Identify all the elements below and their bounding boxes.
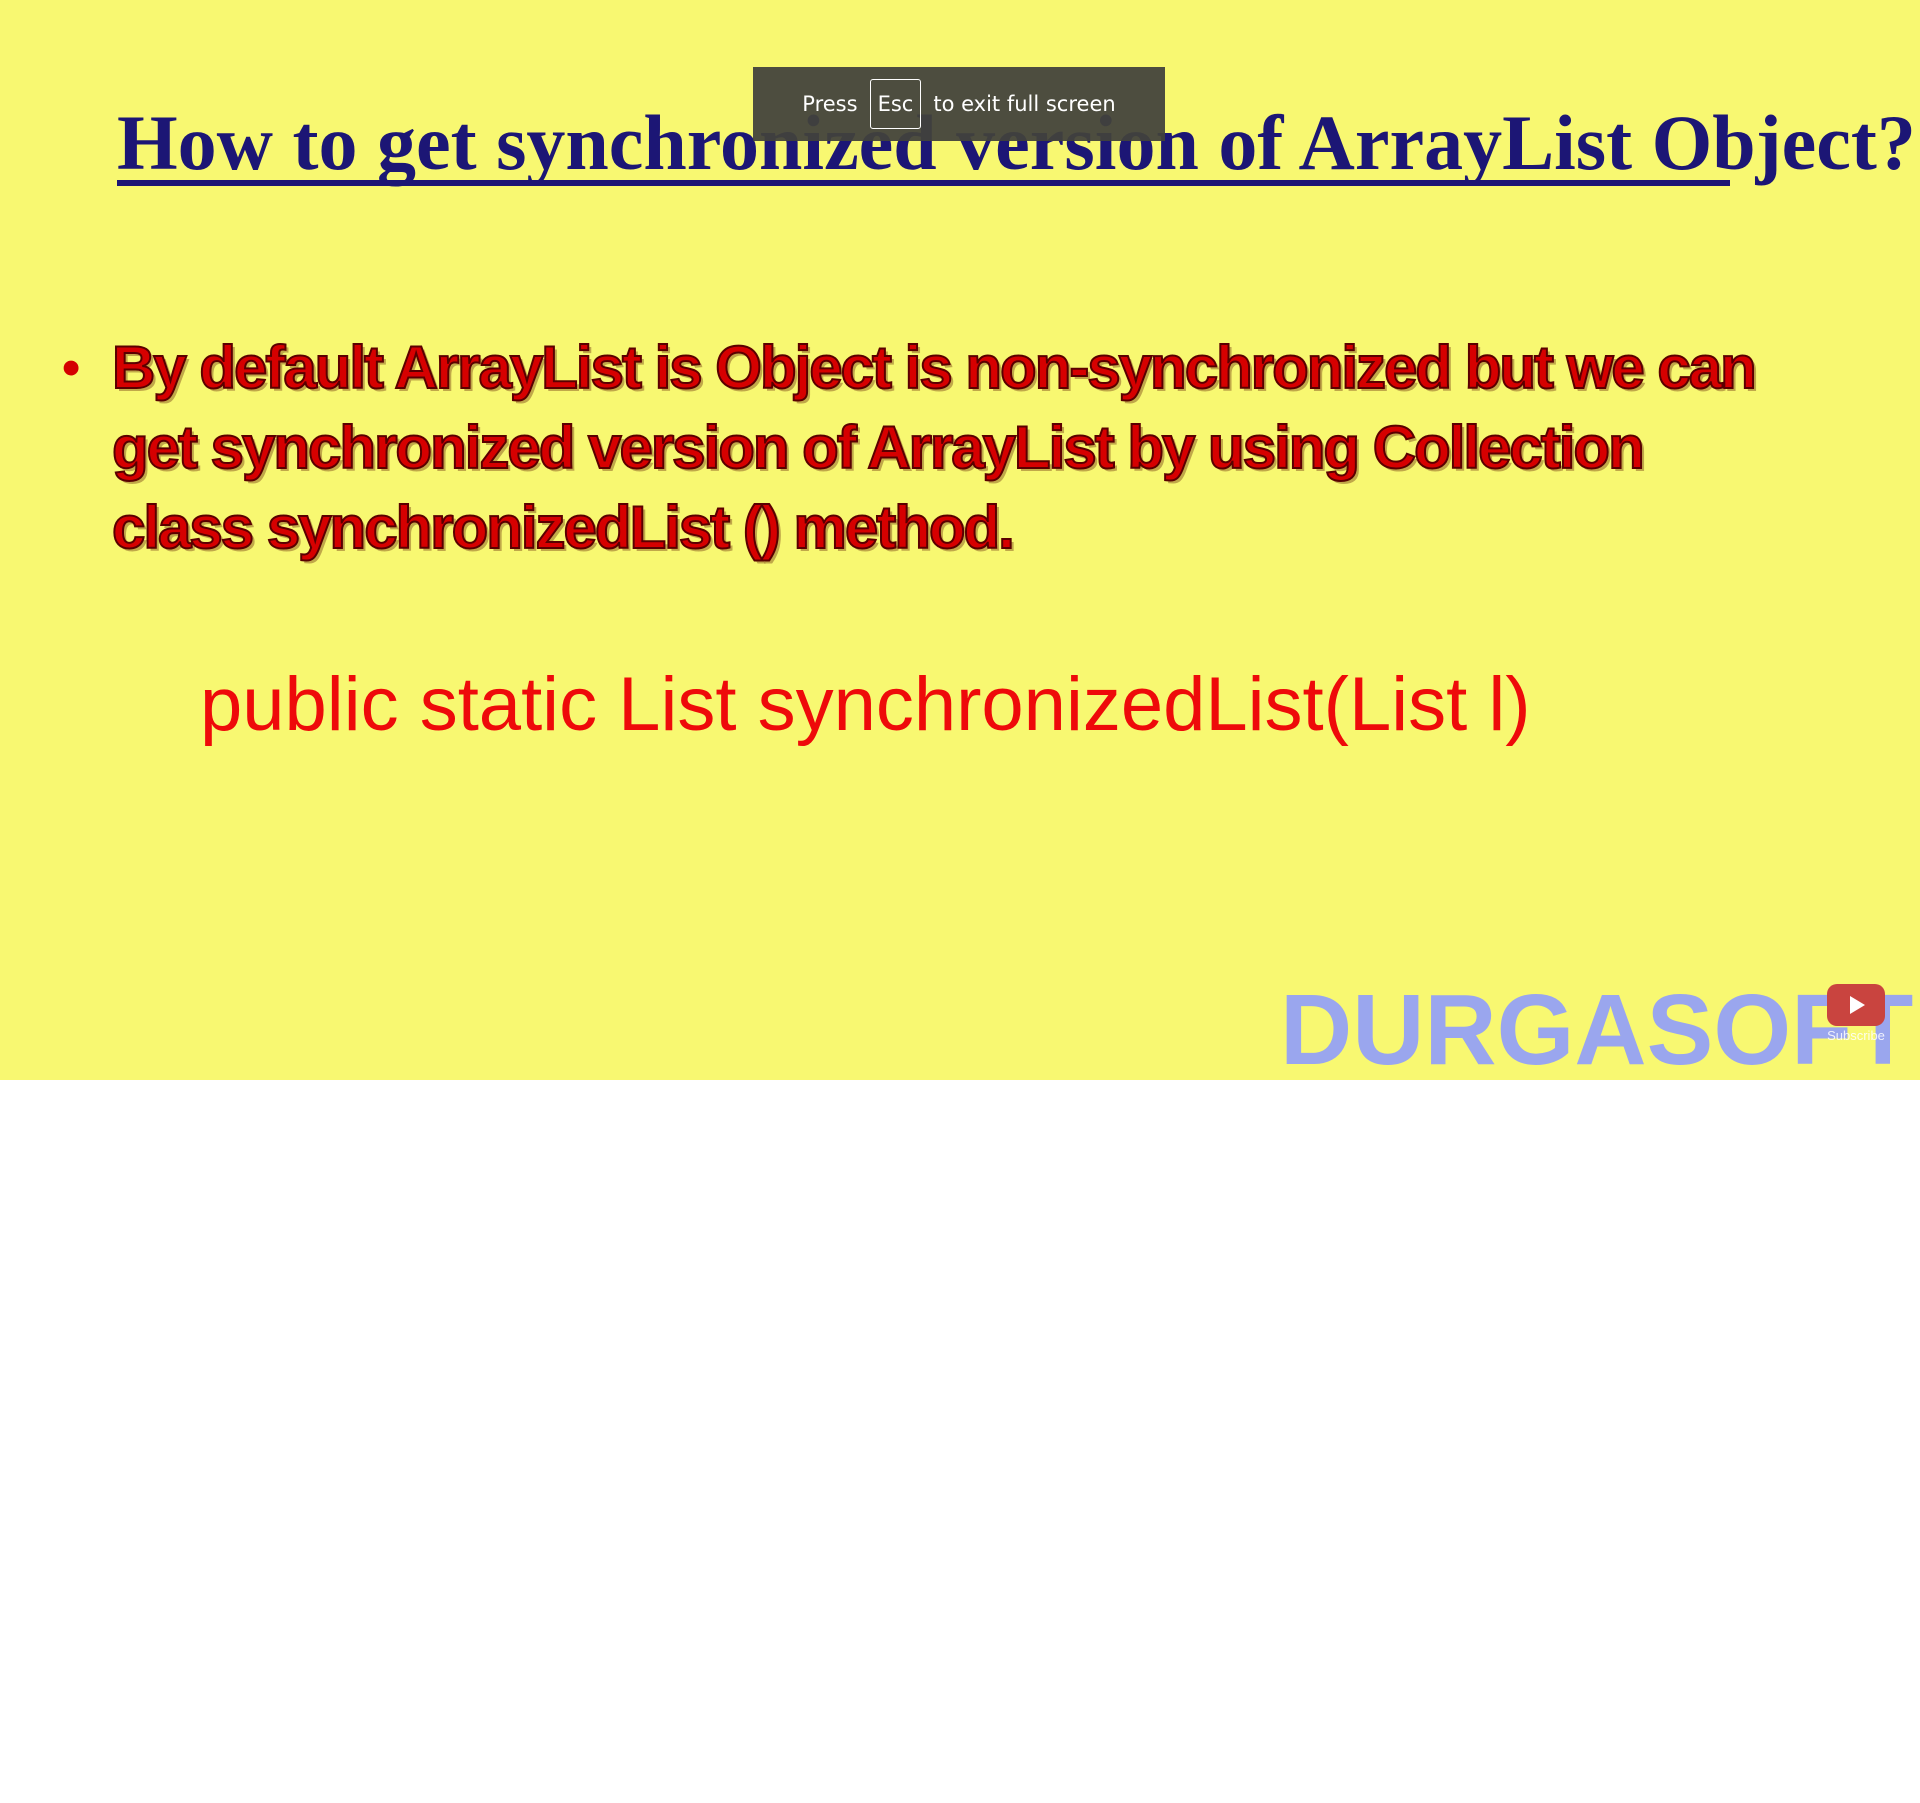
bullet-icon: • [62,339,81,397]
title-underline [117,180,1730,186]
youtube-play-icon[interactable] [1827,984,1885,1026]
video-frame[interactable]: How to get synchronized version of Array… [0,0,1920,1080]
bullet-text: By default ArrayList is Object is non-sy… [111,333,1758,562]
brand-watermark: DURGASOFT [1280,974,1914,1080]
method-signature: public static List synchronizedList(List… [200,662,1531,747]
subscribe-label: Subscribe [1827,1028,1885,1043]
subscribe-button[interactable]: Subscribe [1826,984,1886,1044]
fullscreen-exit-notice: Press Esc to exit full screen [753,67,1165,141]
notice-suffix: to exit full screen [933,92,1116,116]
esc-key-badge: Esc [869,79,922,129]
notice-prefix: Press [802,92,858,116]
